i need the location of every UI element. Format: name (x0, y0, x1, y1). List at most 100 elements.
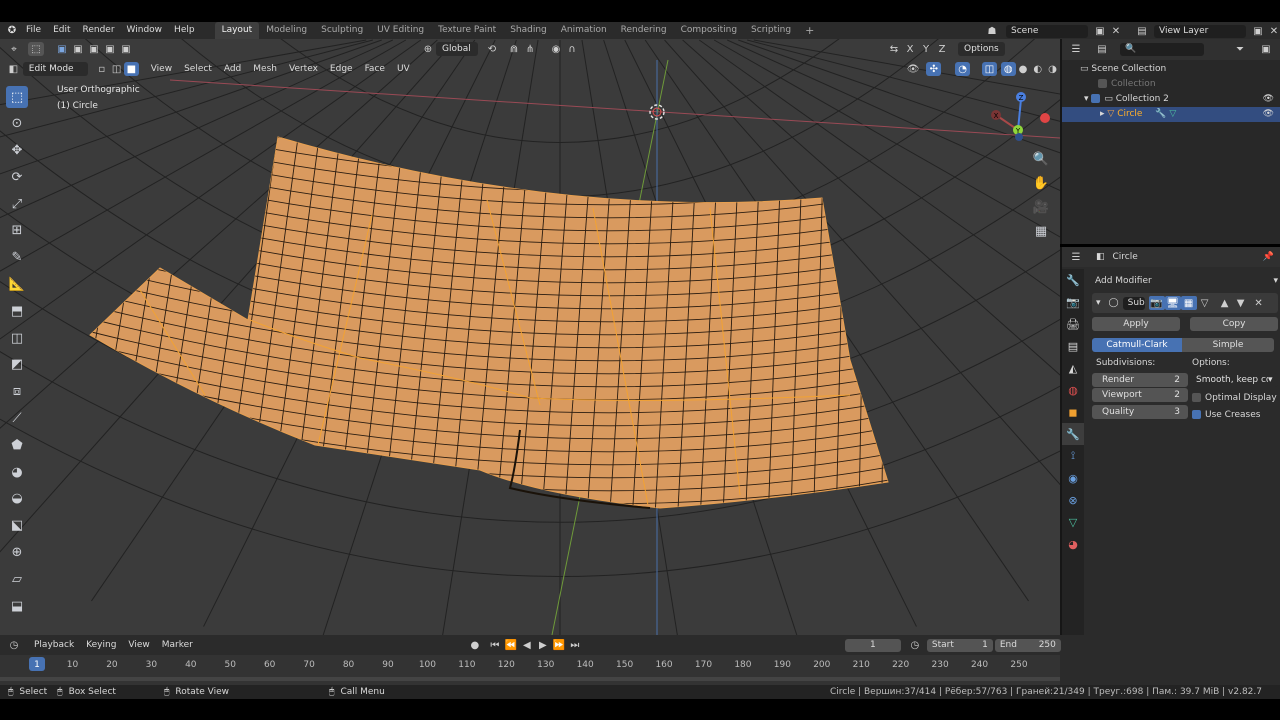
tab-compositing[interactable]: Compositing (674, 22, 744, 39)
transform-orientation-dropdown[interactable]: Global (436, 42, 478, 56)
properties-editor-icon[interactable]: ☰ (1068, 250, 1084, 264)
viewport-menu-select[interactable]: Select (178, 61, 218, 78)
record-icon[interactable]: ● (467, 638, 483, 652)
bevel-tool-icon[interactable]: ◩ (6, 354, 28, 376)
menu-window[interactable]: Window (121, 22, 169, 39)
visibility-eye-icon[interactable]: 👁 (1263, 92, 1274, 107)
outliner-item-circle[interactable]: ▸ ▽ Circle 🔧 ▽ 👁 (1062, 107, 1280, 122)
face-select-icon[interactable]: ■ (123, 62, 139, 76)
pan-view-icon[interactable]: ✋ (1031, 173, 1051, 193)
scale-tool-icon[interactable]: ⤢ (6, 193, 28, 215)
inset-tool-icon[interactable]: ◫ (6, 327, 28, 349)
tab-scripting[interactable]: Scripting (744, 22, 798, 39)
outliner-editor-icon[interactable]: ☰ (1068, 43, 1084, 57)
scene-selector[interactable]: ☗ Scene ▣ ✕ (984, 24, 1124, 38)
gizmo-toggle-icon[interactable]: ✣ (926, 62, 942, 76)
adjust-edit-cage-icon[interactable]: ▽ (1197, 296, 1213, 310)
vertex-select-icon[interactable]: ▫ (94, 62, 109, 76)
timeline-menu-marker[interactable]: Marker (156, 637, 199, 654)
jump-keyframe-forward-icon[interactable]: ⏩ (551, 638, 567, 652)
navigation-gizmo[interactable]: Z X Y (988, 91, 1052, 143)
move-down-icon[interactable]: ▼ (1233, 296, 1249, 310)
scene-tab-icon[interactable]: ◭ (1062, 357, 1084, 379)
knife-tool-icon[interactable]: ⟋ (6, 408, 28, 430)
loop-cut-tool-icon[interactable]: ⧈ (6, 381, 28, 403)
remove-modifier-icon[interactable]: ✕ (1251, 296, 1267, 310)
quality-field[interactable]: Quality 3 (1092, 405, 1188, 419)
menu-edit[interactable]: Edit (47, 22, 76, 39)
scene-name-field[interactable]: Scene (1006, 24, 1088, 38)
axis-y-toggle[interactable]: Y (918, 42, 934, 56)
new-scene-icon[interactable]: ▣ (1092, 24, 1108, 38)
extrude-tool-icon[interactable]: ⬒ (6, 300, 28, 322)
show-in-editmode-icon[interactable]: 📷 (1148, 296, 1165, 310)
view-layer-selector[interactable]: ▤ View Layer ▣ ✕ (1134, 24, 1280, 38)
3d-viewport[interactable]: ⌖ ⬚ ▣ ▣ ▣ ▣ ▣ ⊕ Global ⟲ ⋒ ⋔ ◉ ∩ ⇆ X Y Z… (0, 39, 1060, 635)
data-tab-icon[interactable]: ▽ (1062, 511, 1084, 533)
modifier-wrench-icon[interactable]: 🔧 (1155, 109, 1166, 119)
overlays-toggle-icon[interactable]: ◔ (955, 62, 971, 76)
expand-arrow-icon[interactable]: ▾ (1084, 94, 1091, 104)
modifier-tab-icon[interactable]: 🔧 (1062, 423, 1084, 445)
menu-render[interactable]: Render (77, 22, 121, 39)
shading-rendered-icon[interactable]: ◑ (1045, 62, 1060, 76)
mesh-symmetry-icon[interactable]: ⇆ (886, 42, 902, 56)
viewport-menu-mesh[interactable]: Mesh (247, 61, 283, 78)
select-mode-subtract-icon[interactable]: ▣ (86, 42, 102, 56)
viewport-menu-add[interactable]: Add (218, 61, 247, 78)
use-creases-checkbox[interactable]: Use Creases (1192, 408, 1278, 421)
select-mode-extend-icon[interactable]: ▣ (70, 42, 86, 56)
timeline-menu-keying[interactable]: Keying (80, 637, 122, 654)
output-tab-icon[interactable]: 🖨 (1062, 313, 1084, 335)
select-box-tool-icon[interactable]: ⬚ (6, 86, 28, 108)
rotate-tool-icon[interactable]: ⟳ (6, 166, 28, 188)
particles-tab-icon[interactable]: ⟟ (1062, 445, 1084, 467)
copy-button[interactable]: Copy (1190, 317, 1278, 331)
editor-type-icon[interactable]: ⌖ (6, 42, 22, 56)
outliner-item-collection[interactable]: Collection (1062, 77, 1280, 92)
material-tab-icon[interactable]: ◕ (1062, 533, 1084, 555)
view-layer-field[interactable]: View Layer (1154, 24, 1246, 38)
transform-tool-icon[interactable]: ⊞ (6, 220, 28, 242)
timeline-ruler[interactable]: 1 10 20 30 40 50 60 70 80 90 100 110 120 130 140 150 160… (0, 655, 1060, 685)
current-frame-field[interactable]: 1 (844, 638, 901, 652)
options-dropdown[interactable]: Options (958, 42, 1005, 56)
world-tab-icon[interactable]: ◍ (1062, 379, 1084, 401)
outliner-search-input[interactable]: 🔍 (1120, 43, 1204, 56)
proportional-falloff-icon[interactable]: ∩ (564, 42, 580, 56)
edge-select-icon[interactable]: ◫ (109, 62, 124, 76)
new-view-layer-icon[interactable]: ▣ (1250, 24, 1266, 38)
play-icon[interactable]: ▶ (535, 638, 551, 652)
zoom-view-icon[interactable]: 🔍 (1031, 149, 1051, 169)
uv-smooth-dropdown[interactable]: Smooth, keep cor...▾ (1192, 373, 1278, 387)
xray-toggle-icon[interactable]: ◫ (982, 62, 997, 76)
render-tab-icon[interactable]: 📷 (1062, 291, 1084, 313)
render-levels-field[interactable]: Render 2 (1092, 373, 1188, 387)
new-collection-icon[interactable]: ▣ (1258, 43, 1274, 57)
tab-layout[interactable]: Layout (214, 22, 260, 39)
perspective-toggle-icon[interactable]: ▦ (1031, 221, 1051, 241)
show-in-viewport-icon[interactable]: 🖥 (1164, 296, 1181, 310)
menu-help[interactable]: Help (168, 22, 201, 39)
shrink-fatten-tool-icon[interactable]: ⊕ (6, 542, 28, 564)
collection-2-checkbox[interactable] (1091, 94, 1101, 103)
spin-tool-icon[interactable]: ◕ (6, 461, 28, 483)
collection-exclude-checkbox[interactable] (1098, 79, 1107, 88)
tab-rendering[interactable]: Rendering (614, 22, 674, 39)
rip-tool-icon[interactable]: ⬓ (6, 595, 28, 617)
display-mode-icon[interactable]: ▤ (1094, 43, 1110, 57)
viewport-levels-field[interactable]: Viewport 2 (1092, 388, 1188, 402)
play-reverse-icon[interactable]: ◀ (519, 638, 535, 652)
add-modifier-dropdown[interactable]: Add Modifier ▾ (1092, 273, 1278, 289)
shear-tool-icon[interactable]: ▱ (6, 568, 28, 590)
cursor-tool-icon[interactable]: ⊙ (6, 113, 28, 135)
optimal-display-checkbox[interactable]: Optimal Display (1192, 391, 1278, 404)
filter-icon[interactable]: ⏷ (1232, 43, 1248, 57)
timeline-scrollbar[interactable] (0, 677, 1060, 681)
jump-start-icon[interactable]: ⏮ (487, 638, 503, 652)
tab-texture-paint[interactable]: Texture Paint (431, 22, 503, 39)
axis-z-toggle[interactable]: Z (934, 42, 950, 56)
smooth-tool-icon[interactable]: ◒ (6, 488, 28, 510)
tab-shading[interactable]: Shading (503, 22, 554, 39)
visibility-eye-icon[interactable]: 👁 (1263, 107, 1274, 122)
